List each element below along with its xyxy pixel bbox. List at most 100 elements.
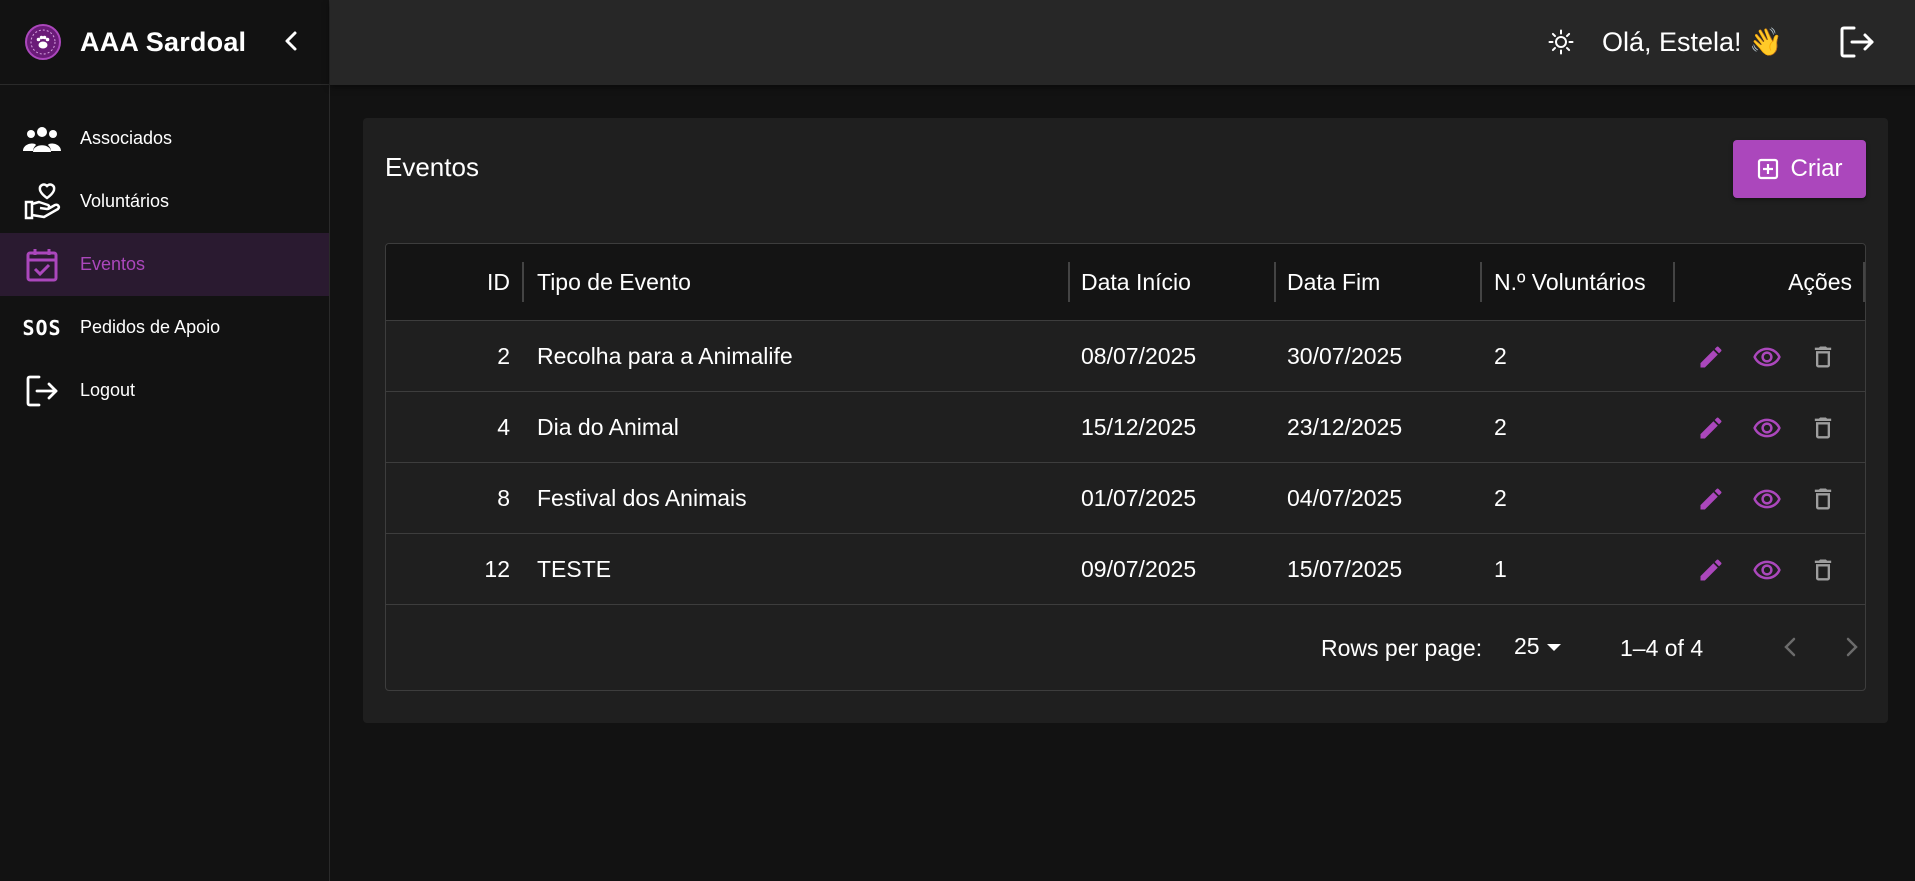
column-separator[interactable] (1068, 262, 1070, 302)
chevron-left-icon (285, 31, 297, 51)
row-actions (1689, 392, 1857, 463)
cell-voluntarios: 1 (1494, 556, 1507, 582)
cell-id: 8 (497, 485, 510, 511)
sidebar-nav: Associados Voluntários Eventos SOS Pedid… (0, 107, 329, 422)
create-button[interactable]: Criar (1733, 140, 1866, 198)
rows-per-page-value: 25 (1514, 633, 1540, 659)
trash-icon (1814, 488, 1832, 509)
eye-icon (1753, 347, 1781, 366)
logout-icon (1840, 26, 1874, 58)
sidebar-item-associados[interactable]: Associados (0, 107, 329, 170)
table-header: ID Tipo de Evento Data Início Data Fim N… (386, 244, 1865, 321)
theme-toggle-button[interactable] (1542, 23, 1580, 61)
column-header-acoes: Ações (1788, 269, 1852, 295)
sidebar-item-label: Logout (80, 380, 136, 400)
trash-icon (1814, 417, 1832, 438)
row-actions (1689, 321, 1857, 392)
logout-icon (22, 371, 62, 411)
pencil-icon (1700, 416, 1722, 438)
chevron-left-icon (1784, 637, 1796, 657)
cell-inicio: 08/07/2025 (1081, 343, 1197, 369)
column-header-data-inicio[interactable]: Data Início (1081, 244, 1191, 321)
sidebar-item-label: Associados (80, 128, 173, 148)
sidebar-item-voluntarios[interactable]: Voluntários (0, 170, 329, 233)
delete-button[interactable] (1801, 335, 1845, 379)
eye-icon (1753, 418, 1781, 437)
collapse-sidebar-button[interactable] (276, 24, 306, 58)
eye-icon (1753, 489, 1781, 508)
cell-fim: 30/07/2025 (1287, 343, 1403, 369)
sidebar-item-label: Pedidos de Apoio (80, 317, 221, 337)
view-button[interactable] (1745, 477, 1789, 521)
trash-icon (1814, 346, 1832, 367)
brand-title: AAA Sardoal (80, 26, 247, 57)
top-bar: Olá, Estela! 👋 (330, 0, 1915, 85)
delete-button[interactable] (1801, 548, 1845, 592)
edit-button[interactable] (1689, 406, 1733, 450)
cell-inicio: 01/07/2025 (1081, 485, 1197, 511)
cell-inicio: 09/07/2025 (1081, 556, 1197, 582)
page-title: Eventos (385, 152, 479, 182)
cell-tipo: TESTE (537, 556, 612, 582)
column-header-data-fim[interactable]: Data Fim (1287, 244, 1380, 321)
column-separator[interactable] (1673, 262, 1675, 302)
rows-per-page-select[interactable]: 25 (1514, 633, 1564, 660)
caret-down-icon (1546, 643, 1561, 651)
events-table: ID Tipo de Evento Data Início Data Fim N… (385, 243, 1866, 691)
edit-button[interactable] (1689, 477, 1733, 521)
sidebar-item-label: Eventos (80, 254, 146, 274)
table-row: 12 TESTE 09/07/2025 15/07/2025 1 (386, 534, 1865, 605)
pagination-range: 1–4 of 4 (1620, 635, 1704, 661)
sidebar-item-label: Voluntários (80, 191, 170, 211)
view-button[interactable] (1745, 335, 1789, 379)
table-row: 4 Dia do Animal 15/12/2025 23/12/2025 2 (386, 392, 1865, 463)
pencil-icon (1700, 345, 1722, 367)
column-separator[interactable] (1863, 262, 1865, 302)
column-separator[interactable] (1274, 262, 1276, 302)
paw-logo-icon (24, 23, 62, 61)
cell-voluntarios: 2 (1494, 343, 1507, 369)
cell-fim: 23/12/2025 (1287, 414, 1403, 440)
table-row: 8 Festival dos Animais 01/07/2025 04/07/… (386, 463, 1865, 534)
view-button[interactable] (1745, 548, 1789, 592)
column-separator[interactable] (1480, 262, 1482, 302)
cell-id: 12 (484, 556, 510, 582)
add-box-icon (1757, 158, 1778, 180)
next-page-button[interactable] (1834, 629, 1865, 665)
rows-per-page-label: Rows per page: (1321, 635, 1483, 661)
create-button-label: Criar (1790, 155, 1843, 182)
cell-id: 4 (497, 414, 510, 440)
table-pagination: Rows per page: 25 1–4 of 4 (386, 609, 1865, 690)
view-button[interactable] (1745, 406, 1789, 450)
column-header-voluntarios[interactable]: N.º Voluntários (1494, 244, 1646, 321)
cell-tipo: Dia do Animal (537, 414, 679, 440)
table-row: 2 Recolha para a Animalife 08/07/2025 30… (386, 321, 1865, 392)
row-actions (1689, 534, 1857, 605)
column-header-tipo-de-evento[interactable]: Tipo de Evento (537, 244, 691, 321)
calendar-check-icon (22, 245, 62, 285)
delete-button[interactable] (1801, 406, 1845, 450)
cell-tipo: Festival dos Animais (537, 485, 747, 511)
delete-button[interactable] (1801, 477, 1845, 521)
cell-fim: 15/07/2025 (1287, 556, 1403, 582)
pencil-icon (1700, 487, 1722, 509)
cell-fim: 04/07/2025 (1287, 485, 1403, 511)
heart-hand-icon (22, 182, 62, 222)
cell-inicio: 15/12/2025 (1081, 414, 1197, 440)
user-greeting: Olá, Estela! 👋 (1602, 27, 1783, 57)
sidebar-item-pedidos-de-apoio[interactable]: SOS Pedidos de Apoio (0, 296, 329, 359)
column-header-id[interactable]: ID (386, 244, 510, 321)
sidebar-item-logout[interactable]: Logout (0, 359, 329, 422)
row-actions (1689, 463, 1857, 534)
group-icon (22, 119, 62, 159)
events-card: Eventos Criar ID Tipo de Evento Data Iní… (363, 118, 1888, 723)
previous-page-button[interactable] (1772, 629, 1808, 665)
cell-voluntarios: 2 (1494, 414, 1507, 440)
column-separator[interactable] (522, 262, 524, 302)
edit-button[interactable] (1689, 335, 1733, 379)
edit-button[interactable] (1689, 548, 1733, 592)
sidebar-item-eventos[interactable]: Eventos (0, 233, 329, 296)
cell-tipo: Recolha para a Animalife (537, 343, 793, 369)
chevron-right-icon (1846, 637, 1858, 657)
logout-button[interactable] (1834, 19, 1880, 65)
